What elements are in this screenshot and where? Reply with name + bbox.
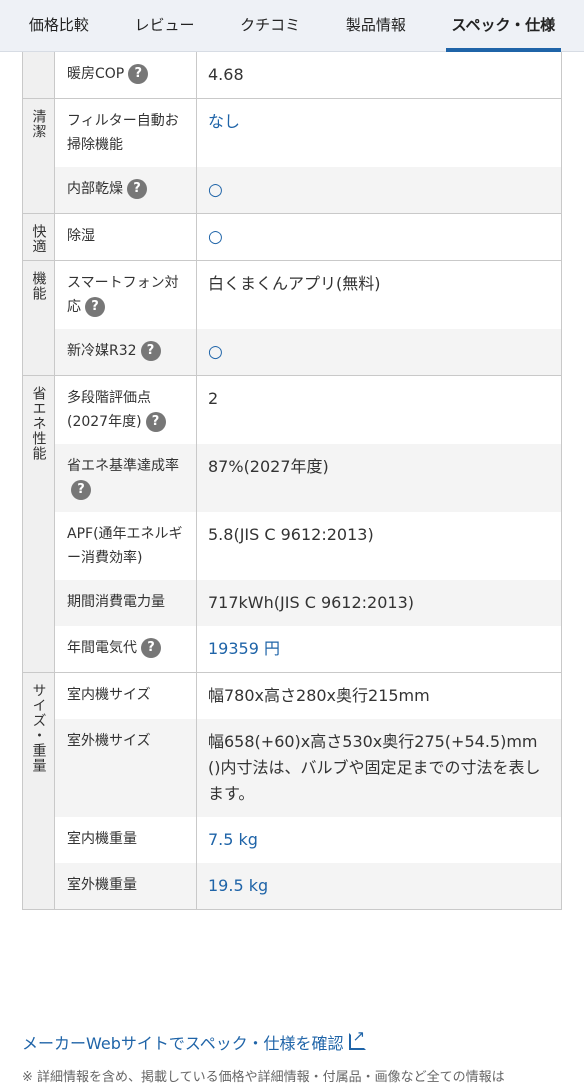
spec-label: フィルター自動お掃除機能 xyxy=(67,113,179,153)
spec-label-cell: 室内機重量 xyxy=(55,817,197,863)
spec-label: 室内機重量 xyxy=(67,831,137,847)
spec-label: 年間電気代 xyxy=(67,640,137,656)
spec-group-header: サイズ・重量 xyxy=(23,673,55,909)
spec-group: 省エネ性能 多段階評価点(2027年度)? 2 省エネ基準達成率? 87%(2027年度… xyxy=(23,375,561,672)
spec-label: 内部乾燥 xyxy=(67,181,123,197)
spec-label: 新冷媒R32 xyxy=(67,343,137,359)
help-icon[interactable]: ? xyxy=(71,480,91,500)
spec-label-cell: 省エネ基準達成率? xyxy=(55,444,197,512)
tab-bar: 価格比較 レビュー クチコミ 製品情報 スペック・仕様 xyxy=(0,0,584,52)
tab-review[interactable]: レビュー xyxy=(129,0,201,52)
spec-row: 除湿 ○ xyxy=(55,214,561,260)
spec-group-header: 快適 xyxy=(23,214,55,260)
maker-spec-link[interactable]: メーカーWebサイトでスペック・仕様を確認 xyxy=(22,1027,367,1054)
help-icon[interactable]: ? xyxy=(145,412,166,432)
spec-row: APF(通年エネルギー消費効率) 5.8(JIS C 9612:2013) xyxy=(55,512,561,580)
spec-row: 多段階評価点(2027年度)? 2 xyxy=(55,376,561,444)
spec-row: 年間電気代? 19359 円 xyxy=(55,626,561,672)
spec-value: 幅780x高さ280x奥行215mm xyxy=(208,686,430,705)
spec-value: 2 xyxy=(208,389,219,408)
spec-label: 室内機サイズ xyxy=(67,687,151,703)
spec-value: ○ xyxy=(208,180,223,200)
spec-value: 幅658(+60)x高さ530x奥行275(+54.5)mm ()内寸法は、バル… xyxy=(208,732,541,803)
spec-label: 室外機サイズ xyxy=(67,733,151,749)
spec-row: 内部乾燥? ○ xyxy=(55,167,561,213)
spec-label-cell: 室外機重量 xyxy=(55,863,197,909)
spec-group: 機能 スマートフォン対応? 白くまくんアプリ(無料) 新冷媒R32? ○ xyxy=(23,260,561,375)
spec-label-cell: 内部乾燥? xyxy=(55,167,197,213)
spec-row: 室内機重量 7.5 kg xyxy=(55,817,561,863)
spec-label-cell: スマートフォン対応? xyxy=(55,261,197,329)
spec-group: 暖房COP? 4.68 xyxy=(23,52,561,98)
spec-value: 717kWh(JIS C 9612:2013) xyxy=(208,593,415,612)
spec-row: スマートフォン対応? 白くまくんアプリ(無料) xyxy=(55,261,561,329)
tab-spec[interactable]: スペック・仕様 xyxy=(445,0,562,52)
spec-label-cell: フィルター自動お掃除機能 xyxy=(55,99,197,167)
spec-label-cell: 多段階評価点(2027年度)? xyxy=(55,376,197,444)
spec-row: 新冷媒R32? ○ xyxy=(55,329,561,375)
spec-group: 快適 除湿 ○ xyxy=(23,213,561,260)
spec-group: 清潔 フィルター自動お掃除機能 なし 内部乾燥? ○ xyxy=(23,98,561,213)
spec-row: 省エネ基準達成率? 87%(2027年度) xyxy=(55,444,561,512)
spec-label-cell: 新冷媒R32? xyxy=(55,329,197,375)
spec-value: ○ xyxy=(208,342,223,362)
spec-row: 室外機重量 19.5 kg xyxy=(55,863,561,909)
spec-label: 多段階評価点(2027年度) xyxy=(67,390,151,430)
spec-group-header: 省エネ性能 xyxy=(23,376,55,672)
spec-group-header: 機能 xyxy=(23,261,55,375)
spec-label: 除湿 xyxy=(67,228,95,244)
tab-price-compare[interactable]: 価格比較 xyxy=(23,0,95,52)
spec-label-cell: 暖房COP? xyxy=(55,52,197,98)
spec-value: 5.8(JIS C 9612:2013) xyxy=(208,525,374,544)
spec-group-name: 省エネ性能 xyxy=(30,386,47,461)
spec-value: 白くまくんアプリ(無料) xyxy=(208,274,381,293)
spec-label: 暖房COP xyxy=(67,66,125,82)
spec-label: 室外機重量 xyxy=(67,877,137,893)
spec-row: 室内機サイズ 幅780x高さ280x奥行215mm xyxy=(55,673,561,719)
tab-kuchikomi[interactable]: クチコミ xyxy=(234,0,306,52)
spec-label-cell: 期間消費電力量 xyxy=(55,580,197,626)
spec-value: 4.68 xyxy=(208,65,244,84)
spec-group-header: 清潔 xyxy=(23,99,55,213)
spec-label-cell: 年間電気代? xyxy=(55,626,197,672)
spec-value: 87%(2027年度) xyxy=(208,457,329,476)
help-icon[interactable]: ? xyxy=(141,638,161,658)
spec-value[interactable]: 7.5 kg xyxy=(197,817,561,863)
help-icon[interactable]: ? xyxy=(128,64,149,84)
help-icon[interactable]: ? xyxy=(127,179,147,199)
spec-value[interactable]: 19359 円 xyxy=(197,626,561,672)
disclaimer-note: ※ 詳細情報を含め、掲載している価格や詳細情報・付属品・画像など全ての情報は xyxy=(22,1070,505,1085)
spec-label-cell: APF(通年エネルギー消費効率) xyxy=(55,512,197,580)
spec-value: ○ xyxy=(208,227,223,247)
spec-row: フィルター自動お掃除機能 なし xyxy=(55,99,561,167)
help-icon[interactable]: ? xyxy=(85,297,105,317)
spec-label: 省エネ基準達成率 xyxy=(67,458,179,474)
spec-group-name: 機能 xyxy=(30,271,47,301)
spec-row: 期間消費電力量 717kWh(JIS C 9612:2013) xyxy=(55,580,561,626)
tab-product-info[interactable]: 製品情報 xyxy=(340,0,412,52)
spec-group-header xyxy=(23,52,55,98)
spec-value[interactable]: 19.5 kg xyxy=(197,863,561,909)
spec-group-name: 清潔 xyxy=(30,109,47,139)
spec-row: 暖房COP? 4.68 xyxy=(55,52,561,98)
help-icon[interactable]: ? xyxy=(140,341,161,361)
spec-label: APF(通年エネルギー消費効率) xyxy=(67,526,183,566)
spec-group: サイズ・重量 室内機サイズ 幅780x高さ280x奥行215mm 室外機サイズ 幅658… xyxy=(23,672,561,909)
spec-label-cell: 室内機サイズ xyxy=(55,673,197,719)
spec-group-name: 快適 xyxy=(30,224,47,254)
spec-group-name: サイズ・重量 xyxy=(30,683,47,773)
maker-spec-link-label[interactable]: メーカーWebサイトでスペック・仕様を確認 xyxy=(22,1034,343,1053)
spec-value[interactable]: なし xyxy=(197,99,561,167)
spec-label: スマートフォン対応 xyxy=(67,275,179,315)
spec-table: 暖房COP? 4.68 清潔 フィルター自動お掃除機能 なし 内部乾燥? ○ 快適 除湿 ○ 機能ス… xyxy=(22,52,562,910)
spec-label-cell: 除湿 xyxy=(55,214,197,260)
spec-label: 期間消費電力量 xyxy=(67,594,165,610)
spec-label-cell: 室外機サイズ xyxy=(55,719,197,817)
spec-row: 室外機サイズ 幅658(+60)x高さ530x奥行275(+54.5)mm ()内… xyxy=(55,719,561,817)
external-link-icon xyxy=(349,1027,367,1050)
